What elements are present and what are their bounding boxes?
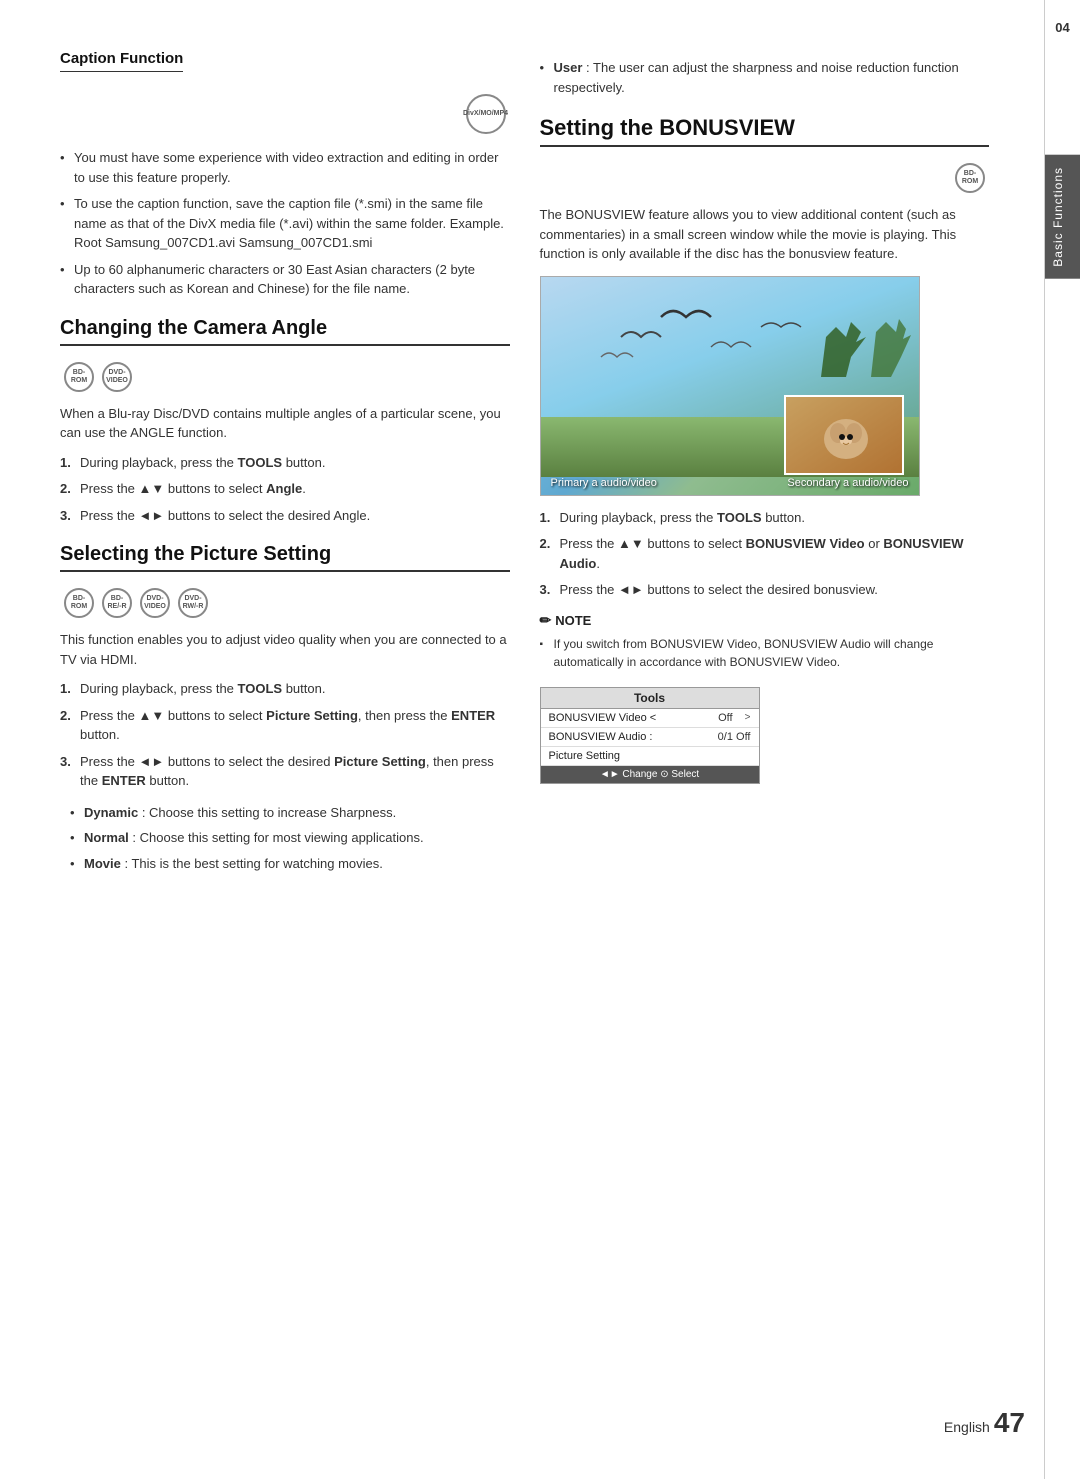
ps-tools-bold: TOOLS	[238, 681, 283, 696]
caption-bullet-3: Up to 60 alphanumeric characters or 30 E…	[60, 260, 510, 299]
right-column: User : The user can adjust the sharpness…	[540, 50, 990, 1429]
page-footer: English 47	[944, 1407, 1025, 1439]
tools-row-3: Picture Setting	[541, 747, 759, 766]
bdrom-badge-3: BD-ROM	[955, 163, 985, 193]
note-pencil-icon: ✏	[540, 612, 552, 629]
bonusview-section: Setting the BONUSVIEW BD-ROM The BONUSVI…	[540, 115, 990, 784]
pip-svg	[786, 397, 904, 475]
tools-label-1: BONUSVIEW Video <	[549, 712, 719, 724]
side-tab: 04 Basic Functions	[1044, 0, 1080, 1479]
bonusview-image: Primary a audio/video Secondary a audio/…	[540, 276, 920, 496]
page-container: 04 Basic Functions Caption Function DivX…	[0, 0, 1080, 1479]
bv-step-3: 3. Press the ◄► buttons to select the de…	[540, 580, 990, 600]
caption-bullet-1: You must have some experience with video…	[60, 148, 510, 187]
ps-sub-bullet-normal: Normal : Choose this setting for most vi…	[70, 828, 510, 848]
step-num-2: 2.	[60, 479, 71, 499]
ps-sub-bullet-dynamic: Dynamic : Choose this setting to increas…	[70, 803, 510, 823]
camera-step-2: 2. Press the ▲▼ buttons to select Angle.	[60, 479, 510, 499]
tools-table-footer: ◄► Change ⊙ Select	[541, 766, 759, 783]
camera-angle-section: Changing the Camera Angle BD-ROM DVD-VID…	[60, 317, 510, 526]
tools-label-2: BONUSVIEW Audio :	[549, 731, 718, 743]
bv-step-num-1: 1.	[540, 508, 551, 528]
bv-tools-bold: TOOLS	[717, 510, 762, 525]
dvdrw-badge: DVD-RW/-R	[178, 588, 208, 618]
picture-setting-section: Selecting the Picture Setting BD-ROM BD-…	[60, 543, 510, 873]
caption-function-title: Caption Function	[60, 50, 183, 72]
tools-table-header: Tools	[541, 688, 759, 709]
pip-box	[784, 395, 904, 475]
ps-picture-bold: Picture Setting	[266, 708, 358, 723]
chapter-label: Basic Functions	[1045, 155, 1080, 279]
bonusview-intro: The BONUSVIEW feature allows you to view…	[540, 205, 990, 264]
tools-table: Tools BONUSVIEW Video < Off > BONUSVIEW …	[540, 687, 760, 784]
caption-badge-row: DivX/MO/MP4	[60, 88, 510, 140]
divx-badge: DivX/MO/MP4	[466, 94, 506, 134]
tools-bold-1: TOOLS	[238, 455, 283, 470]
bdre-badge: BD-RE/-R	[102, 588, 132, 618]
bv-step-num-2: 2.	[540, 534, 551, 554]
primary-label: Primary a audio/video	[551, 477, 657, 489]
bdrom-badge-2: BD-ROM	[64, 588, 94, 618]
dvd-video-badge-2: DVD-VIDEO	[140, 588, 170, 618]
tools-label-3: Picture Setting	[549, 750, 751, 762]
bonusview-badge-row: BD-ROM	[540, 157, 990, 199]
note-bullets: If you switch from BONUSVIEW Video, BONU…	[540, 635, 990, 671]
step-num-3: 3.	[60, 506, 71, 526]
user-note-list: User : The user can adjust the sharpness…	[540, 58, 990, 97]
picture-setting-badges: BD-ROM BD-RE/-R DVD-VIDEO DVD-RW/-R	[60, 582, 510, 624]
ps-step-3: 3. Press the ◄► buttons to select the de…	[60, 752, 510, 791]
user-note-item: User : The user can adjust the sharpness…	[540, 58, 990, 97]
left-column: Caption Function DivX/MO/MP4 You must ha…	[60, 50, 510, 1429]
secondary-label: Secondary a audio/video	[787, 477, 908, 489]
bv-video-bold: BONUSVIEW Video	[746, 536, 865, 551]
ps-step-num-3: 3.	[60, 752, 71, 772]
camera-angle-title: Changing the Camera Angle	[60, 317, 510, 346]
bv-step-num-3: 3.	[540, 580, 551, 600]
caption-function-section: Caption Function DivX/MO/MP4 You must ha…	[60, 50, 510, 299]
main-content: Caption Function DivX/MO/MP4 You must ha…	[0, 0, 1044, 1479]
tools-row-2: BONUSVIEW Audio : 0/1 Off	[541, 728, 759, 747]
ps-sub-bullet-movie: Movie : This is the best setting for wat…	[70, 854, 510, 874]
note-title: ✏ NOTE	[540, 612, 990, 629]
picture-setting-steps: 1. During playback, press the TOOLS butt…	[60, 679, 510, 791]
tools-value-2: 0/1 Off	[718, 731, 751, 743]
step-num-1: 1.	[60, 453, 71, 473]
language-label: English	[944, 1419, 990, 1435]
angle-bold: Angle	[266, 481, 302, 496]
ps-enter-bold-2: ENTER	[102, 773, 146, 788]
ps-step-num-1: 1.	[60, 679, 71, 699]
picture-setting-intro: This function enables you to adjust vide…	[60, 630, 510, 669]
bonusview-title: Setting the BONUSVIEW	[540, 115, 990, 147]
tools-arrow-1: >	[745, 712, 751, 723]
picture-setting-title: Selecting the Picture Setting	[60, 543, 510, 572]
bv-step-2: 2. Press the ▲▼ buttons to select BONUSV…	[540, 534, 990, 573]
picture-setting-sub-bullets: Dynamic : Choose this setting to increas…	[70, 803, 510, 874]
bdrom-badge-1: BD-ROM	[64, 362, 94, 392]
note-bullet-1: If you switch from BONUSVIEW Video, BONU…	[540, 635, 990, 671]
tools-row-1: BONUSVIEW Video < Off >	[541, 709, 759, 728]
camera-angle-intro: When a Blu-ray Disc/DVD contains multipl…	[60, 404, 510, 443]
camera-angle-steps: 1. During playback, press the TOOLS butt…	[60, 453, 510, 526]
caption-function-bullets: You must have some experience with video…	[60, 148, 510, 299]
note-section: ✏ NOTE If you switch from BONUSVIEW Vide…	[540, 612, 990, 671]
caption-bullet-2: To use the caption function, save the ca…	[60, 194, 510, 253]
ps-step-2: 2. Press the ▲▼ buttons to select Pictur…	[60, 706, 510, 745]
bonusview-steps: 1. During playback, press the TOOLS butt…	[540, 508, 990, 600]
bv-step-1: 1. During playback, press the TOOLS butt…	[540, 508, 990, 528]
ps-enter-bold-1: ENTER	[451, 708, 495, 723]
dvd-video-badge-1: DVD-VIDEO	[102, 362, 132, 392]
ps-picture-bold-2: Picture Setting	[334, 754, 426, 769]
camera-angle-badges: BD-ROM DVD-VIDEO	[60, 356, 510, 398]
user-note-section: User : The user can adjust the sharpness…	[540, 58, 990, 97]
camera-step-3: 3. Press the ◄► buttons to select the de…	[60, 506, 510, 526]
tools-value-1: Off >	[718, 712, 750, 724]
camera-step-1: 1. During playback, press the TOOLS butt…	[60, 453, 510, 473]
ps-step-num-2: 2.	[60, 706, 71, 726]
page-number: 47	[994, 1407, 1025, 1439]
chapter-number: 04	[1055, 20, 1069, 35]
ps-step-1: 1. During playback, press the TOOLS butt…	[60, 679, 510, 699]
